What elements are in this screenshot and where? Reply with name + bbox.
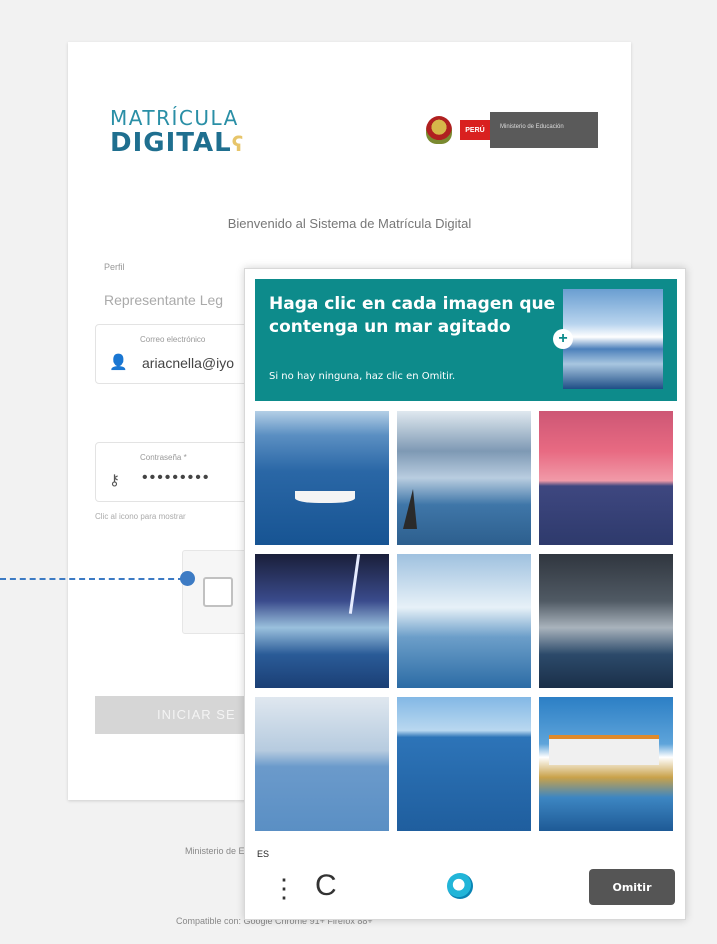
refresh-icon[interactable]: C (315, 871, 337, 901)
example-image (563, 289, 663, 389)
logo-line2: DIGITALʕ (110, 130, 244, 156)
challenge-tile-1[interactable] (255, 411, 389, 545)
challenge-tile-6[interactable] (539, 554, 673, 688)
dots-vertical-icon[interactable]: ⋮ (271, 875, 297, 901)
password-hint: Clic al icono para mostrar (95, 512, 186, 521)
peru-flag-label: PERÚ (460, 120, 490, 140)
matricula-digital-logo: MATRÍCULA DIGITALʕ (110, 106, 244, 156)
logo-line1: MATRÍCULA (110, 106, 239, 130)
logo-line2-text: DIGITAL (110, 128, 232, 158)
ministry-label: Ministerio de Educación (490, 112, 598, 148)
minedu-logo: PERÚ Ministerio de Educación (426, 112, 598, 148)
password-input[interactable]: ••••••••• (142, 469, 210, 487)
lightning-shape (348, 554, 361, 614)
challenge-tile-2[interactable] (397, 411, 531, 545)
email-input[interactable]: ariacnella@iyo (142, 355, 234, 371)
language-selector[interactable]: ES (257, 849, 269, 859)
peru-shield-icon (426, 116, 452, 144)
challenge-tile-3[interactable] (539, 411, 673, 545)
hcaptcha-logo-icon[interactable] (447, 873, 473, 899)
pointer-dot (180, 571, 195, 586)
challenge-tile-8[interactable] (397, 697, 531, 831)
key-icon[interactable]: ⚷ (109, 471, 120, 489)
email-label: Correo electrónico (140, 335, 206, 344)
user-icon: 👤 (109, 354, 128, 371)
plus-icon[interactable]: + (553, 329, 573, 349)
welcome-text: Bienvenido al Sistema de Matrícula Digit… (227, 216, 472, 231)
challenge-tile-4[interactable] (255, 554, 389, 688)
footprint-icon: ʕ (231, 132, 245, 156)
challenge-tile-9[interactable] (539, 697, 673, 831)
perfil-label: Perfil (104, 262, 125, 272)
challenge-header: Haga clic en cada imagen que contenga un… (255, 279, 677, 401)
challenge-tile-7[interactable] (255, 697, 389, 831)
boat-shape (295, 491, 355, 503)
password-field[interactable]: Contraseña * ⚷ ••••••••• (95, 442, 255, 502)
skip-button[interactable]: Omitir (589, 869, 675, 905)
password-label: Contraseña * (140, 453, 187, 462)
challenge-subtext: Si no hay ninguna, haz clic en Omitir. (269, 371, 456, 382)
email-field[interactable]: Correo electrónico 👤 ariacnella@iyo (95, 324, 255, 384)
sail-shape (403, 489, 417, 529)
challenge-tile-5[interactable] (397, 554, 531, 688)
hcaptcha-challenge: Haga clic en cada imagen que contenga un… (244, 268, 686, 920)
captcha-checkbox[interactable] (203, 577, 233, 607)
pointer-line (0, 578, 184, 580)
ship-shape (549, 735, 659, 765)
challenge-prompt: Haga clic en cada imagen que contenga un… (269, 294, 556, 337)
